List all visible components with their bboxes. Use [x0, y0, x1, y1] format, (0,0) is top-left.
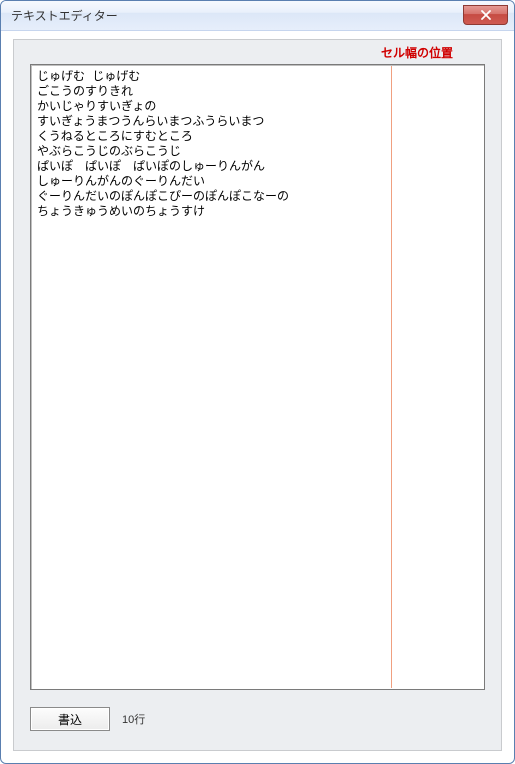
- footer-bar: 書込 10行: [30, 704, 485, 734]
- client-area: セル幅の位置 じゅげむ じゅげむ ごこうのすりきれ かいじゃりすいぎょの すいぎ…: [13, 39, 502, 751]
- window-title: テキストエディター: [11, 7, 118, 24]
- editor-container: じゅげむ じゅげむ ごこうのすりきれ かいじゃりすいぎょの すいぎょうまつうんら…: [30, 64, 485, 690]
- cell-width-marker-label: セル幅の位置: [381, 44, 453, 61]
- line-count-label: 10行: [122, 711, 145, 727]
- close-icon: [480, 10, 492, 20]
- close-button[interactable]: [463, 5, 508, 25]
- text-editor[interactable]: じゅげむ じゅげむ ごこうのすりきれ かいじゃりすいぎょの すいぎょうまつうんら…: [30, 64, 485, 690]
- app-window: テキストエディター セル幅の位置 じゅげむ じゅげむ ごこうのすりきれ かいじゃ…: [0, 0, 515, 764]
- editor-text-content[interactable]: じゅげむ じゅげむ ごこうのすりきれ かいじゃりすいぎょの すいぎょうまつうんら…: [37, 69, 478, 219]
- write-button[interactable]: 書込: [30, 707, 110, 731]
- titlebar: テキストエディター: [1, 1, 514, 31]
- write-button-label: 書込: [58, 711, 82, 728]
